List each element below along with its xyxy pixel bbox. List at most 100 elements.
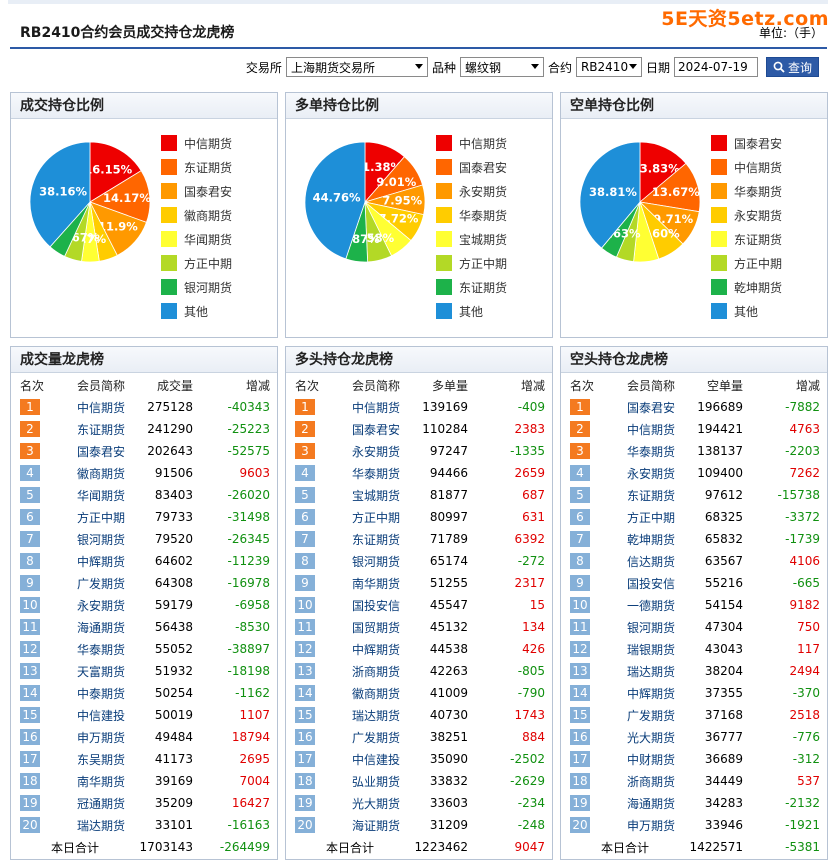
member-name-link[interactable]: 东证期货 <box>330 528 402 550</box>
rank-cell: 16 <box>561 726 605 748</box>
member-name-link[interactable]: 徽商期货 <box>55 462 127 484</box>
change-cell: 1743 <box>514 708 545 722</box>
member-name-link[interactable]: 海通期货 <box>605 792 677 814</box>
variety-select[interactable]: 螺纹钢 <box>459 57 544 77</box>
member-name-link[interactable]: 天富期货 <box>55 660 127 682</box>
member-name-link[interactable]: 信达期货 <box>605 550 677 572</box>
member-name-link[interactable]: 中辉期货 <box>330 638 402 660</box>
member-name-link[interactable]: 徽商期货 <box>330 682 402 704</box>
change-cell: 6392 <box>514 532 545 546</box>
member-name-link[interactable]: 浙商期货 <box>330 660 402 682</box>
legend-item: 中信期货 <box>436 131 507 155</box>
member-name-link[interactable]: 华泰期货 <box>55 638 127 660</box>
member-name-link[interactable]: 申万期货 <box>55 726 127 748</box>
member-name-link[interactable]: 瑞达期货 <box>605 660 677 682</box>
member-name-link[interactable]: 中辉期货 <box>55 550 127 572</box>
member-name-link[interactable]: 华闻期货 <box>55 484 127 506</box>
pie-panel-long: 多单持仓比例 11.38% 9.01% 7.95% 7.72% 6.58% 5.87% 44… <box>285 92 553 338</box>
member-name-link[interactable]: 华泰期货 <box>330 462 402 484</box>
rank-badge: 5 <box>295 487 315 503</box>
table-row: 16 广发期货 38251 884 <box>286 726 552 748</box>
legend-swatch <box>711 159 727 175</box>
table-row: 17 中财期货 36689 -312 <box>561 748 827 770</box>
member-name-link[interactable]: 广发期货 <box>605 704 677 726</box>
legend-label: 华闻期货 <box>184 232 233 247</box>
member-name-link[interactable]: 宝城期货 <box>330 484 402 506</box>
table-row: 7 东证期货 71789 6392 <box>286 528 552 550</box>
member-name-link[interactable]: 中辉期货 <box>605 682 677 704</box>
rank-cell: 6 <box>561 506 605 528</box>
member-name-link[interactable]: 银河期货 <box>330 550 402 572</box>
member-name-link[interactable]: 东吴期货 <box>55 748 127 770</box>
legend-swatch <box>161 255 177 271</box>
member-name-link[interactable]: 国贸期货 <box>330 616 402 638</box>
member-name-link[interactable]: 南华期货 <box>55 770 127 792</box>
member-name-link[interactable]: 中信建投 <box>55 704 127 726</box>
table-row: 17 东吴期货 41173 2695 <box>11 748 277 770</box>
table-row: 9 广发期货 64308 -16978 <box>11 572 277 594</box>
member-name-link[interactable]: 中信期货 <box>330 396 402 418</box>
member-name-link[interactable]: 海通期货 <box>55 616 127 638</box>
legend-label: 华泰期货 <box>459 208 508 223</box>
member-name-link[interactable]: 光大期货 <box>605 726 677 748</box>
pie-slice-label: 7.95% <box>382 194 422 208</box>
query-button[interactable]: 查询 <box>765 57 819 77</box>
member-name-link[interactable]: 永安期货 <box>605 462 677 484</box>
member-name-link[interactable]: 国投安信 <box>330 594 402 616</box>
legend-item: 银河期货 <box>161 275 232 299</box>
member-name-link[interactable]: 永安期货 <box>330 440 402 462</box>
table-row: 2 中信期货 194421 4763 <box>561 418 827 440</box>
contract-select[interactable]: RB2410 <box>575 57 642 77</box>
rank-cell: 6 <box>286 506 330 528</box>
member-name-link[interactable]: 国投安信 <box>605 572 677 594</box>
member-name-link[interactable]: 中信建投 <box>330 748 402 770</box>
member-name-link[interactable]: 冠通期货 <box>55 792 127 814</box>
member-name-link[interactable]: 乾坤期货 <box>605 528 677 550</box>
member-name-link[interactable]: 浙商期货 <box>605 770 677 792</box>
volume-cell: 54154 <box>704 598 743 612</box>
member-name-link[interactable]: 方正中期 <box>55 506 127 528</box>
legend-item: 中信期货 <box>161 131 232 155</box>
volume-cell: 33101 <box>154 818 193 832</box>
legend-label: 徽商期货 <box>184 208 233 223</box>
member-name-link[interactable]: 广发期货 <box>55 572 127 594</box>
member-name-link[interactable]: 中信期货 <box>605 418 677 440</box>
member-name-link[interactable]: 东证期货 <box>55 418 127 440</box>
member-name-link[interactable]: 方正中期 <box>330 506 402 528</box>
member-name-link[interactable]: 方正中期 <box>605 506 677 528</box>
rank-badge: 13 <box>570 663 590 679</box>
member-name-link[interactable]: 广发期货 <box>330 726 402 748</box>
contract-label: 合约 <box>547 60 572 75</box>
member-name-link[interactable]: 国泰君安 <box>55 440 127 462</box>
member-name-link[interactable]: 银河期货 <box>55 528 127 550</box>
member-name-link[interactable]: 瑞达期货 <box>55 814 127 836</box>
member-name-link[interactable]: 瑞银期货 <box>605 638 677 660</box>
table-row: 2 东证期货 241290 -25223 <box>11 418 277 440</box>
table-row: 10 一德期货 54154 9182 <box>561 594 827 616</box>
member-name-link[interactable]: 永安期货 <box>55 594 127 616</box>
volume-cell: 80997 <box>429 510 468 524</box>
member-name-link[interactable]: 中财期货 <box>605 748 677 770</box>
member-name-link[interactable]: 中泰期货 <box>55 682 127 704</box>
member-name-link[interactable]: 光大期货 <box>330 792 402 814</box>
member-name-link[interactable]: 海证期货 <box>330 814 402 836</box>
volume-cell: 41173 <box>154 752 193 766</box>
member-name-link[interactable]: 华泰期货 <box>605 440 677 462</box>
member-name-link[interactable]: 东证期货 <box>605 484 677 506</box>
exchange-select[interactable]: 上海期货交易所 <box>285 57 428 77</box>
legend-swatch <box>161 279 177 295</box>
member-name-link[interactable]: 弘业期货 <box>330 770 402 792</box>
member-name-link[interactable]: 中信期货 <box>55 396 127 418</box>
member-name-link[interactable]: 南华期货 <box>330 572 402 594</box>
member-name-link[interactable]: 国泰君安 <box>330 418 402 440</box>
member-name-link[interactable]: 申万期货 <box>605 814 677 836</box>
rank-badge: 20 <box>295 817 315 833</box>
member-name-link[interactable]: 一德期货 <box>605 594 677 616</box>
member-name-link[interactable]: 国泰君安 <box>605 396 677 418</box>
member-name-link[interactable]: 瑞达期货 <box>330 704 402 726</box>
member-name-link[interactable]: 银河期货 <box>605 616 677 638</box>
volume-cell: 51932 <box>154 664 193 678</box>
date-input[interactable]: 2024-07-19 <box>673 57 758 77</box>
rank-panel-title: 成交量龙虎榜 <box>11 347 277 373</box>
legend-swatch <box>436 279 452 295</box>
